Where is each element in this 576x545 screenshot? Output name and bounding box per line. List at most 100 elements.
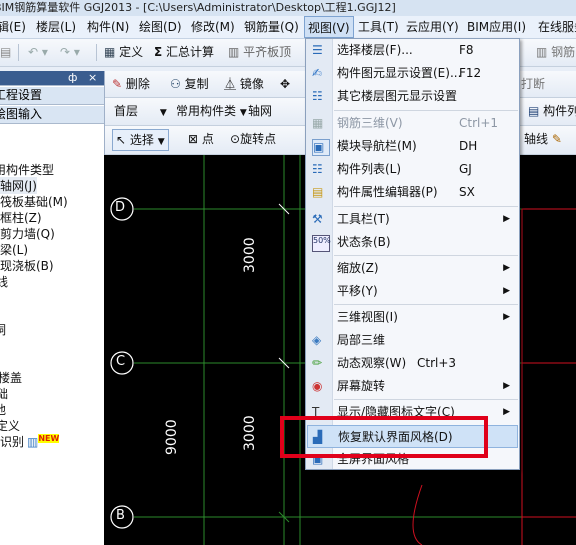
rotate-point-button[interactable]: ⊙旋转点 — [230, 129, 276, 149]
pin-icon[interactable]: ф — [68, 71, 77, 86]
dimension-text-upper: 3000 — [242, 237, 258, 273]
point-button[interactable]: ⊠ 点 — [188, 129, 214, 149]
menu-item-status-bar[interactable]: 50% 状态条(B) — [307, 231, 518, 254]
tab-drawing-input[interactable]: 绘图输入 — [0, 106, 104, 124]
rebar-toolbar-button[interactable]: ▥ 钢筋 — [536, 42, 575, 62]
define-button[interactable]: ▦ 定义 — [104, 42, 143, 62]
save-icon[interactable]: ▤ — [0, 42, 11, 62]
tree-item-common-types[interactable]: 用构件类型 — [0, 161, 54, 178]
menu-item-screen-rotate[interactable]: ◉ 屏幕旋转 ▶ — [307, 375, 518, 398]
rebar-label: 钢筋 — [551, 45, 576, 59]
toolbar-icon: ⚒ — [312, 212, 323, 226]
menu-item-dynamic-observe[interactable]: ✏ 动态观察(W) Ctrl+3 — [307, 352, 518, 375]
menu-draw[interactable]: 绘图(D) — [139, 16, 182, 38]
floor-select-icon: ☰ — [312, 43, 323, 57]
menu-item-label: 其它楼层图元显示设置 — [337, 89, 458, 103]
menu-item-shortcut: F12 — [459, 66, 482, 80]
menu-bim[interactable]: BIM应用(I) — [467, 16, 526, 38]
axis-select[interactable]: 轴网 — [248, 101, 272, 121]
dimension-text-total: 9000 — [164, 419, 180, 455]
property-editor-icon: ▤ — [312, 185, 324, 199]
tree-item-other[interactable]: 他 — [0, 401, 6, 418]
module-nav-icon: ▣ — [312, 139, 330, 156]
mirror-button[interactable]: ⏅ 镜像 — [224, 74, 264, 94]
grid-icon: ▥ — [27, 435, 39, 449]
menu-separator — [334, 304, 518, 305]
tree-item-cast-slab[interactable]: 现浇板(B) — [0, 257, 54, 274]
menu-item-module-nav[interactable]: ▣ 模块导航栏(M) DH — [307, 135, 518, 158]
tree-item-beam[interactable]: 梁(L) — [0, 241, 28, 258]
component-list-button[interactable]: ▤ 构件列 — [528, 101, 576, 121]
point-icon: ⊠ — [188, 132, 199, 146]
menu-edit[interactable]: 辑(E) — [0, 16, 26, 38]
tree-item-foundation[interactable]: 础 — [0, 385, 8, 402]
menu-item-label: 选择楼层(F)... — [337, 43, 413, 57]
floor-select-value: 首层 — [114, 104, 139, 118]
tree-item-custom[interactable]: 定义 — [0, 417, 20, 434]
axis-select-value: 轴网 — [248, 104, 273, 118]
chevron-down-icon: ▼ — [157, 137, 165, 147]
select-button[interactable]: ↖ 选择 ▼ — [112, 129, 169, 151]
menu-item-zoom[interactable]: 缩放(Z) ▶ — [307, 257, 518, 280]
menu-tools[interactable]: 工具(T) — [358, 16, 399, 38]
tree-item-recognize[interactable]: 识别 ▥NEW — [0, 433, 60, 450]
submenu-arrow-icon: ▶ — [503, 381, 510, 391]
menu-item-label: 缩放(Z) — [337, 261, 379, 275]
submenu-arrow-icon: ▶ — [503, 214, 510, 224]
menu-separator — [334, 110, 518, 111]
axis-line-button[interactable]: 轴线 ✎ — [524, 129, 562, 149]
tree-item-axis-grid[interactable]: 轴网(J) — [0, 177, 37, 194]
sum-calc-button[interactable]: Σ 汇总计算 — [154, 42, 214, 62]
menu-item-other-floor-display[interactable]: ☷ 其它楼层图元显示设置 — [307, 85, 518, 108]
menu-component[interactable]: 构件(N) — [87, 16, 129, 38]
tree-item-raft-foundation[interactable]: 筏板基础(M) — [0, 193, 68, 210]
component-list-label: 构件列 — [543, 104, 576, 118]
tab-project-settings[interactable]: 工程设置 — [0, 87, 104, 105]
tree-item-line[interactable]: 线 — [0, 273, 8, 290]
local-3d-icon: ◈ — [312, 333, 322, 347]
copy-icon: ⚇ — [170, 77, 181, 91]
rotate-point-label: 旋转点 — [240, 132, 277, 146]
menu-item-pan[interactable]: 平移(Y) ▶ — [307, 280, 518, 303]
delete-button[interactable]: ✎ 删除 — [112, 74, 150, 94]
define-label: 定义 — [119, 45, 144, 59]
redo-icon[interactable]: ↷ ▾ — [60, 42, 80, 62]
dimension-text-lower: 3000 — [242, 415, 258, 451]
sigma-icon: Σ — [154, 45, 163, 59]
menu-cloud[interactable]: 云应用(Y) — [406, 16, 459, 38]
move-icon[interactable]: ✥ — [280, 74, 290, 94]
menu-item-toolbar[interactable]: ⚒ 工具栏(T) ▶ — [307, 208, 518, 231]
tree-item-opening[interactable]: 洞 — [0, 321, 6, 338]
menu-view[interactable]: 视图(V) — [304, 16, 354, 38]
menu-item-label: 钢筋三维(V) — [337, 116, 403, 130]
menu-item-property-editor[interactable]: ▤ 构件属性编辑器(P) SX — [307, 181, 518, 204]
menu-rebar-quantity[interactable]: 钢筋量(Q) — [244, 16, 299, 38]
flat-board-top-button[interactable]: ▥ 平齐板顶 — [228, 42, 291, 62]
submenu-arrow-icon: ▶ — [503, 263, 510, 273]
component-type-select[interactable]: 常用构件类 ▼ — [176, 101, 247, 121]
menu-item-local-3d[interactable]: ◈ 局部三维 — [307, 329, 518, 352]
menu-item-select-floor[interactable]: ☰ 选择楼层(F)... F8 — [307, 39, 518, 62]
close-icon[interactable]: × — [88, 71, 97, 86]
menu-item-component-list[interactable]: ☷ 构件列表(L) GJ — [307, 158, 518, 181]
copy-button[interactable]: ⚇ 复制 — [170, 74, 209, 94]
menu-separator — [334, 206, 518, 207]
tree-item-shear-wall[interactable]: 剪力墙(Q) — [0, 225, 55, 242]
menu-online-service[interactable]: 在线服务 — [538, 16, 576, 38]
menu-modify[interactable]: 修改(M) — [191, 16, 235, 38]
new-badge: NEW — [38, 434, 60, 443]
red-arc — [412, 484, 423, 545]
rebar-3d-icon: ▦ — [312, 116, 324, 130]
menu-item-component-display-settings[interactable]: ✍ 构件图元显示设置(E)... F12 — [307, 62, 518, 85]
undo-icon[interactable]: ↶ ▾ — [28, 42, 48, 62]
annotation-highlight-box — [280, 416, 488, 458]
floor-select[interactable]: 首层 ▼ — [114, 101, 167, 121]
tree-item-frame-column[interactable]: 框柱(Z) — [0, 209, 42, 226]
break-button[interactable]: 打断 — [521, 74, 545, 94]
component-type-value: 常用构件类 — [176, 104, 237, 118]
menu-item-3d-view[interactable]: 三维视图(I) ▶ — [307, 306, 518, 329]
menu-floor[interactable]: 楼层(L) — [36, 16, 76, 38]
window-title-bar: BIM钢筋算量软件 GGJ2013 - [C:\Users\Administra… — [0, 0, 576, 16]
menu-separator — [334, 399, 518, 400]
tree-item-floor-cover[interactable]: 楼盖 — [0, 369, 22, 386]
